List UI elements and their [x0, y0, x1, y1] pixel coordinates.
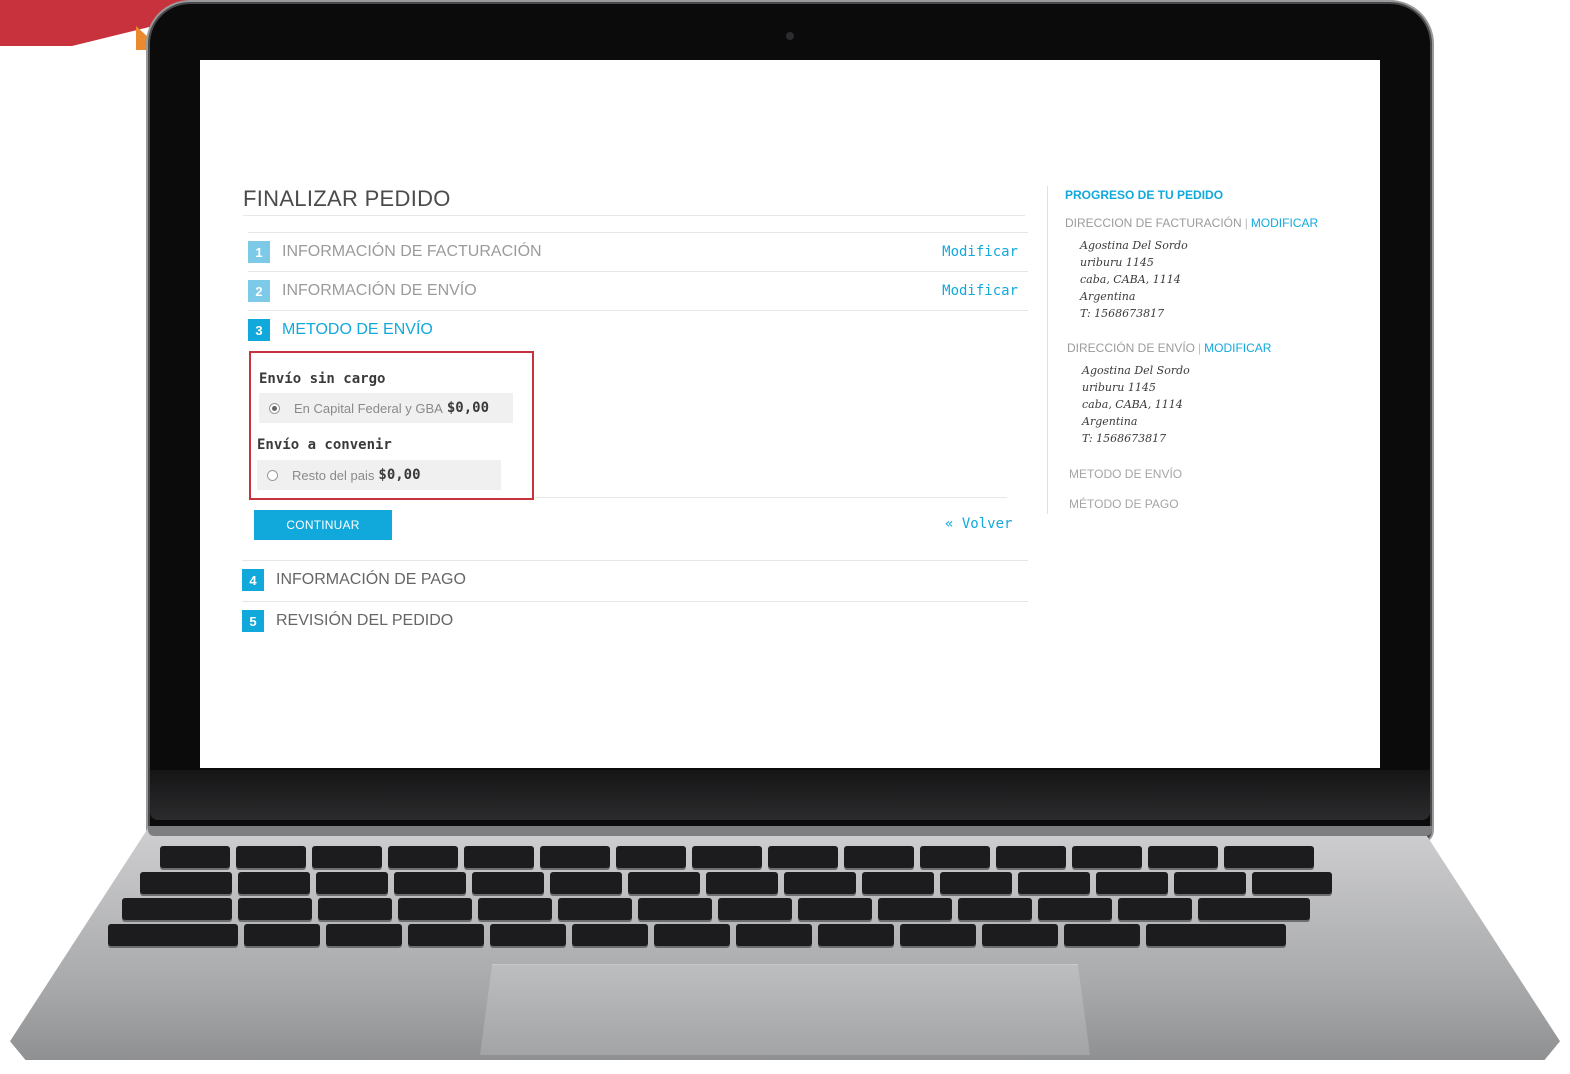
shipping-option-label: Resto del pais — [292, 467, 375, 483]
separator: | — [1198, 341, 1202, 355]
key-row — [140, 872, 1510, 894]
step-number: 3 — [248, 319, 270, 341]
step-number: 4 — [242, 569, 264, 591]
step-label: INFORMACIÓN DE FACTURACIÓN — [282, 243, 542, 260]
shipping-option-price: $0,00 — [378, 467, 421, 483]
divider — [243, 215, 1025, 216]
address-line: uriburu 1145 — [1080, 256, 1154, 269]
separator: | — [1244, 216, 1248, 230]
shipping-group-heading: Envío a convenir — [257, 437, 392, 453]
step-review: 5 REVISIÓN DEL PEDIDO — [242, 601, 1028, 640]
step-label: INFORMACIÓN DE PAGO — [276, 571, 466, 588]
step-shipping-info[interactable]: 2 INFORMACIÓN DE ENVÍO Modificar — [248, 271, 1028, 310]
divider — [535, 497, 1007, 498]
address-line: Argentina — [1080, 290, 1136, 303]
address-line: T: 1568673817 — [1080, 307, 1165, 320]
modify-shipping-link[interactable]: Modificar — [942, 283, 1018, 299]
address-line: uriburu 1145 — [1082, 381, 1156, 394]
address-line: Argentina — [1082, 415, 1138, 428]
key-row — [122, 898, 1492, 920]
key-row — [160, 846, 1530, 868]
laptop-screen: FINALIZAR PEDIDO 1 INFORMACIÓN DE FACTUR… — [200, 60, 1380, 768]
continue-button[interactable]: CONTINUAR — [254, 510, 392, 540]
radio-button[interactable] — [267, 469, 278, 481]
step-shipping-method: 3 METODO DE ENVÍO — [248, 310, 1028, 349]
step-payment: 4 INFORMACIÓN DE PAGO — [242, 560, 1028, 599]
shipping-option-label: En Capital Federal y GBA — [294, 400, 443, 416]
shipping-heading-text: DIRECCIÓN DE ENVÍO — [1067, 341, 1196, 355]
shipping-address-heading: DIRECCIÓN DE ENVÍO | MODIFICAR — [1067, 341, 1271, 355]
key-row — [108, 924, 1478, 946]
sidebar-payment-method: MÉTODO DE PAGO — [1069, 497, 1179, 511]
step-label: METODO DE ENVÍO — [282, 321, 433, 338]
shipping-option-price: $0,00 — [446, 400, 490, 416]
shipping-option-rest[interactable]: Resto del pais $0,00 — [257, 460, 501, 490]
shipping-group-heading: Envío sin cargo — [259, 371, 386, 387]
step-billing[interactable]: 1 INFORMACIÓN DE FACTURACIÓN Modificar — [248, 232, 1028, 271]
address-line: Agostina Del Sordo — [1082, 364, 1190, 377]
modify-billing-address-link[interactable]: MODIFICAR — [1251, 216, 1318, 230]
laptop-bezel-bottom — [150, 770, 1430, 820]
address-line: caba, CABA, 1114 — [1082, 398, 1183, 411]
laptop-hinge — [148, 826, 1432, 836]
step-label: REVISIÓN DEL PEDIDO — [276, 612, 454, 629]
address-line: Agostina Del Sordo — [1080, 239, 1188, 252]
webcam — [786, 32, 794, 40]
back-link[interactable]: « Volver — [945, 516, 1012, 532]
shipping-address: Agostina Del Sordo uriburu 1145 caba, CA… — [1082, 362, 1190, 447]
step-number: 5 — [242, 610, 264, 632]
shipping-option-capital[interactable]: En Capital Federal y GBA $0,00 — [259, 393, 513, 423]
step-label: INFORMACIÓN DE ENVÍO — [282, 282, 477, 299]
keyboard — [100, 838, 1470, 962]
shipping-options-highlight: Envío sin cargo En Capital Federal y GBA… — [249, 351, 534, 500]
sidebar-shipping-method: METODO DE ENVÍO — [1069, 467, 1183, 481]
step-number: 1 — [248, 241, 270, 263]
billing-address-heading: DIRECCION DE FACTURACIÓN | MODIFICAR — [1065, 216, 1318, 230]
modify-billing-link[interactable]: Modificar — [942, 244, 1018, 260]
radio-button[interactable] — [269, 402, 280, 414]
billing-heading-text: DIRECCION DE FACTURACIÓN — [1065, 216, 1242, 230]
trackpad — [480, 964, 1090, 1055]
page-title: FINALIZAR PEDIDO — [243, 186, 451, 211]
address-line: T: 1568673817 — [1082, 432, 1167, 445]
sidebar-divider — [1047, 186, 1048, 514]
address-line: caba, CABA, 1114 — [1080, 273, 1181, 286]
modify-shipping-address-link[interactable]: MODIFICAR — [1204, 341, 1271, 355]
billing-address: Agostina Del Sordo uriburu 1145 caba, CA… — [1080, 237, 1188, 322]
step-number: 2 — [248, 280, 270, 302]
sidebar-title: PROGRESO DE TU PEDIDO — [1065, 188, 1224, 202]
